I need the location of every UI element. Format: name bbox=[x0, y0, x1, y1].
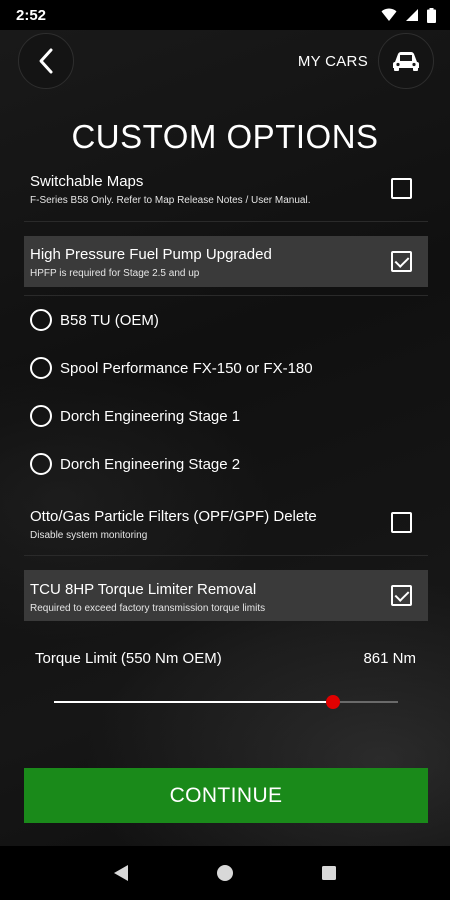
switchable-maps-checkbox[interactable] bbox=[391, 178, 412, 199]
radio-button[interactable] bbox=[30, 405, 52, 427]
torque-limit-label: Torque Limit (550 Nm OEM) bbox=[35, 650, 222, 667]
my-cars-button[interactable] bbox=[378, 33, 434, 89]
tcu-limiter-option[interactable]: TCU 8HP Torque Limiter Removal Required … bbox=[24, 570, 428, 621]
circle-home-icon bbox=[216, 865, 233, 881]
page-title: CUSTOM OPTIONS bbox=[71, 118, 379, 155]
switchable-maps-option[interactable]: Switchable Maps F-Series B58 Only. Refer… bbox=[24, 168, 428, 220]
continue-button[interactable]: CONTINUE bbox=[24, 768, 428, 823]
square-recents-icon bbox=[321, 866, 336, 880]
radio-option-b58-tu[interactable]: B58 TU (OEM) bbox=[30, 307, 159, 333]
radio-label: B58 TU (OEM) bbox=[60, 311, 159, 329]
hpfp-option[interactable]: High Pressure Fuel Pump Upgraded HPFP is… bbox=[24, 236, 428, 287]
status-time: 2:52 bbox=[16, 6, 47, 24]
option-subtitle: Required to exceed factory transmission … bbox=[30, 603, 266, 614]
radio-button[interactable] bbox=[30, 357, 52, 379]
battery-icon bbox=[427, 7, 436, 23]
radio-option-spool-performance[interactable]: Spool Performance FX-150 or FX-180 bbox=[30, 355, 313, 381]
wifi-icon bbox=[381, 8, 397, 21]
signal-icon bbox=[406, 9, 418, 21]
nav-recents-button[interactable] bbox=[321, 865, 337, 881]
my-cars-link[interactable]: MY CARS bbox=[298, 33, 434, 89]
back-button[interactable] bbox=[18, 33, 74, 89]
divider bbox=[24, 221, 428, 222]
divider bbox=[24, 295, 428, 296]
app-screen: 2:52 MY CARS CUSTOM OPTIONS Switchable M… bbox=[0, 0, 450, 900]
radio-button[interactable] bbox=[30, 453, 52, 475]
radio-label: Dorch Engineering Stage 2 bbox=[60, 455, 241, 473]
status-icons bbox=[381, 7, 436, 23]
slider-fill bbox=[54, 701, 333, 703]
nav-home-button[interactable] bbox=[216, 864, 234, 882]
my-cars-label: MY CARS bbox=[297, 52, 368, 70]
divider bbox=[24, 555, 428, 556]
chevron-left-icon bbox=[39, 48, 53, 74]
radio-option-dorch-stage-2[interactable]: Dorch Engineering Stage 2 bbox=[30, 451, 240, 477]
status-bar: 2:52 bbox=[0, 0, 450, 30]
option-subtitle: Disable system monitoring bbox=[30, 530, 148, 541]
option-subtitle: HPFP is required for Stage 2.5 and up bbox=[30, 268, 200, 279]
slider-thumb[interactable] bbox=[325, 695, 340, 709]
radio-button[interactable] bbox=[30, 309, 52, 331]
opf-delete-option[interactable]: Otto/Gas Particle Filters (OPF/GPF) Dele… bbox=[24, 501, 428, 553]
opf-delete-checkbox[interactable] bbox=[391, 512, 412, 533]
radio-option-dorch-stage-1[interactable]: Dorch Engineering Stage 1 bbox=[30, 403, 240, 429]
radio-label: Spool Performance FX-150 or FX-180 bbox=[60, 359, 313, 377]
hpfp-checkbox[interactable] bbox=[391, 251, 412, 272]
option-subtitle: F-Series B58 Only. Refer to Map Release … bbox=[30, 195, 311, 206]
torque-limit-value: 861 Nm bbox=[363, 650, 416, 667]
triangle-back-icon bbox=[114, 865, 129, 881]
nav-back-button[interactable] bbox=[113, 864, 129, 882]
android-nav-bar bbox=[0, 846, 450, 900]
car-icon bbox=[393, 52, 419, 71]
radio-label: Dorch Engineering Stage 1 bbox=[60, 407, 241, 425]
tcu-limiter-checkbox[interactable] bbox=[391, 585, 412, 606]
option-title: Otto/Gas Particle Filters (OPF/GPF) Dele… bbox=[30, 508, 317, 525]
option-title: High Pressure Fuel Pump Upgraded bbox=[30, 246, 272, 263]
torque-slider[interactable] bbox=[54, 695, 398, 709]
option-title: TCU 8HP Torque Limiter Removal bbox=[30, 581, 257, 598]
option-title: Switchable Maps bbox=[30, 173, 144, 190]
